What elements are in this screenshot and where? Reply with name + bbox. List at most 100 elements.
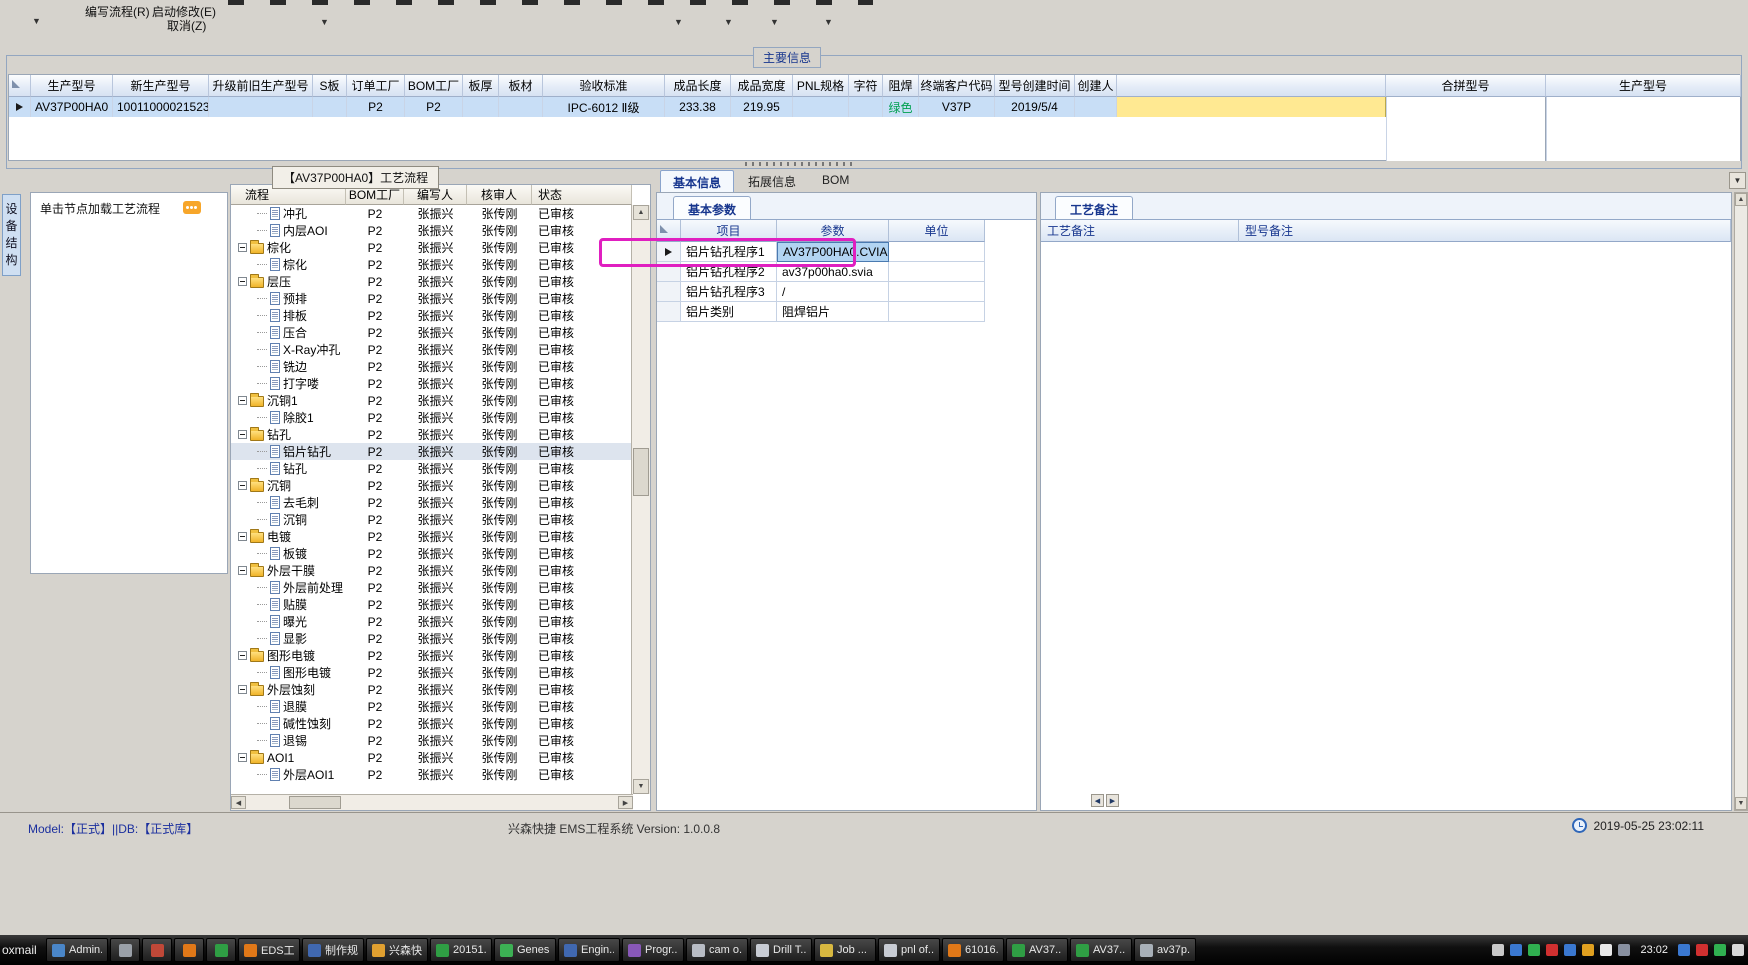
collapse-expander-icon[interactable]: [238, 243, 247, 252]
right-column-header[interactable]: 生产型号: [1546, 75, 1741, 97]
process-notes-column-header[interactable]: 工艺备注: [1041, 220, 1239, 242]
param-unit-cell[interactable]: [889, 282, 985, 302]
taskbar-clock[interactable]: 23:02: [1636, 944, 1672, 956]
notes-horizontal-scroll[interactable]: ◀ ▶: [1091, 794, 1119, 807]
flow-tree-row[interactable]: 钻孔 P2 张振兴 张传刚 已审核: [231, 426, 632, 443]
main-column-header[interactable]: 生产型号: [31, 75, 113, 97]
scroll-left-icon[interactable]: ◀: [231, 796, 246, 809]
flow-tree-row[interactable]: 退锡 P2 张振兴 张传刚 已审核: [231, 732, 632, 749]
taskbar-button[interactable]: [110, 938, 140, 962]
input-method-icon[interactable]: [1732, 944, 1744, 956]
alert-icon[interactable]: [1696, 944, 1708, 956]
cancel-button[interactable]: 取消(Z): [167, 17, 206, 34]
scroll-down-icon[interactable]: ▼: [633, 779, 649, 794]
flow-tree-row[interactable]: 钻孔 P2 张振兴 张传刚 已审核: [231, 460, 632, 477]
taskbar-button[interactable]: av37p...: [1134, 938, 1196, 962]
main-cell[interactable]: [849, 97, 883, 117]
flow-tree-row[interactable]: 内层AOI P2 张振兴 张传刚 已审核: [231, 222, 632, 239]
main-column-header[interactable]: 阻焊: [883, 75, 919, 97]
dropdown-arrow-icon[interactable]: ▼: [32, 16, 41, 26]
taskbar-button[interactable]: 兴森快...: [366, 938, 428, 962]
main-cell[interactable]: AV37P00HA0: [31, 97, 113, 117]
sync-icon[interactable]: [1678, 944, 1690, 956]
taskbar-button[interactable]: Admin...: [46, 938, 108, 962]
taskbar-button[interactable]: 20151...: [430, 938, 492, 962]
printer-icon[interactable]: [1492, 944, 1505, 956]
param-unit-cell[interactable]: [889, 262, 985, 282]
main-column-header[interactable]: 升级前旧生产型号: [209, 75, 313, 97]
splitter-handle[interactable]: [745, 162, 855, 166]
taskbar-button[interactable]: pnl of...: [878, 938, 940, 962]
right-column-header[interactable]: 合拼型号: [1386, 75, 1546, 97]
param-unit-cell[interactable]: [889, 242, 985, 262]
flow-tree-row[interactable]: 棕化 P2 张振兴 张传刚 已审核: [231, 239, 632, 256]
scroll-thumb[interactable]: [633, 448, 649, 496]
flow-tree-row[interactable]: AOI1 P2 张振兴 张传刚 已审核: [231, 749, 632, 766]
app-tray-icon[interactable]: [1582, 944, 1595, 956]
main-cell[interactable]: 绿色: [883, 97, 919, 117]
param-value-cell[interactable]: /: [777, 282, 889, 302]
main-column-header[interactable]: PNL规格: [793, 75, 849, 97]
main-cell[interactable]: [1075, 97, 1117, 117]
taskbar-button[interactable]: [142, 938, 172, 962]
flow-tree-row[interactable]: 压合 P2 张振兴 张传刚 已审核: [231, 324, 632, 341]
flow-tree-row[interactable]: 排板 P2 张振兴 张传刚 已审核: [231, 307, 632, 324]
main-column-header[interactable]: 型号创建时间: [995, 75, 1075, 97]
right-vertical-scrollbar[interactable]: ▲ ▼: [1734, 192, 1748, 811]
im-icon[interactable]: [1714, 944, 1726, 956]
main-cell[interactable]: 233.38: [665, 97, 731, 117]
device-structure-vertical-tab[interactable]: 设备结构: [2, 194, 21, 276]
param-item-cell[interactable]: 铝片钻孔程序3: [681, 282, 777, 302]
flow-tree-row[interactable]: 退膜 P2 张振兴 张传刚 已审核: [231, 698, 632, 715]
param-item-cell[interactable]: 铝片类别: [681, 302, 777, 322]
param-column-header[interactable]: 单位: [889, 220, 985, 242]
flow-tree-row[interactable]: 铝片钻孔 P2 张振兴 张传刚 已审核: [231, 443, 632, 460]
taskbar-button[interactable]: Drill T...: [750, 938, 812, 962]
main-cell[interactable]: [499, 97, 543, 117]
flow-tree-row[interactable]: 板镀 P2 张振兴 张传刚 已审核: [231, 545, 632, 562]
pending-yellow-cell[interactable]: [1117, 97, 1386, 117]
main-column-header[interactable]: 板材: [499, 75, 543, 97]
flow-tree-row[interactable]: 棕化 P2 张振兴 张传刚 已审核: [231, 256, 632, 273]
flow-tree-row[interactable]: 电镀 P2 张振兴 张传刚 已审核: [231, 528, 632, 545]
flow-tree-row[interactable]: 图形电镀 P2 张振兴 张传刚 已审核: [231, 647, 632, 664]
flow-tree-row[interactable]: 碱性蚀刻 P2 张振兴 张传刚 已审核: [231, 715, 632, 732]
collapse-expander-icon[interactable]: [238, 651, 247, 660]
main-column-header[interactable]: 创建人: [1075, 75, 1117, 97]
main-cell[interactable]: [209, 97, 313, 117]
main-cell[interactable]: IPC-6012 Ⅱ级: [543, 97, 665, 117]
right-tall-cell[interactable]: [1386, 97, 1546, 161]
flow-tree-row[interactable]: 沉铜1 P2 张振兴 张传刚 已审核: [231, 392, 632, 409]
flow-column-header[interactable]: 状态: [532, 185, 632, 205]
flow-tree-row[interactable]: 层压 P2 张振兴 张传刚 已审核: [231, 273, 632, 290]
main-column-header[interactable]: 终端客户代码: [919, 75, 995, 97]
flow-tree-row[interactable]: X-Ray冲孔 P2 张振兴 张传刚 已审核: [231, 341, 632, 358]
taskbar-button[interactable]: AV37...: [1070, 938, 1132, 962]
network-icon[interactable]: [1564, 944, 1577, 956]
main-cell[interactable]: 10011000021523: [113, 97, 209, 117]
flow-tree-row[interactable]: 外层蚀刻 P2 张振兴 张传刚 已审核: [231, 681, 632, 698]
main-cell[interactable]: 2019/5/4: [995, 97, 1075, 117]
main-cell[interactable]: P2: [347, 97, 405, 117]
main-cell[interactable]: [313, 97, 347, 117]
collapse-expander-icon[interactable]: [238, 277, 247, 286]
flow-tree-row[interactable]: 冲孔 P2 张振兴 张传刚 已审核: [231, 205, 632, 222]
tab-basic-info[interactable]: 基本信息: [660, 170, 735, 192]
flow-tree-row[interactable]: 除胶1 P2 张振兴 张传刚 已审核: [231, 409, 632, 426]
collapse-expander-icon[interactable]: [238, 753, 247, 762]
scroll-up-icon[interactable]: ▲: [1735, 193, 1747, 206]
flow-tree-row[interactable]: 贴膜 P2 张振兴 张传刚 已审核: [231, 596, 632, 613]
flow-tree-row[interactable]: 去毛刺 P2 张振兴 张传刚 已审核: [231, 494, 632, 511]
taskbar-button[interactable]: cam o...: [686, 938, 748, 962]
main-column-header[interactable]: BOM工厂: [405, 75, 463, 97]
main-column-header[interactable]: 板厚: [463, 75, 499, 97]
flow-tree-row[interactable]: 打字喽 P2 张振兴 张传刚 已审核: [231, 375, 632, 392]
scroll-thumb[interactable]: [289, 796, 341, 809]
taskbar-button[interactable]: Job ...: [814, 938, 876, 962]
tab-process-notes[interactable]: 工艺备注: [1055, 196, 1134, 219]
clipped-taskbar-label[interactable]: oxmail: [2, 943, 37, 957]
flow-tree-row[interactable]: 外层前处理 P2 张振兴 张传刚 已审核: [231, 579, 632, 596]
main-cell[interactable]: [463, 97, 499, 117]
taskbar-button[interactable]: AV37...: [1006, 938, 1068, 962]
param-unit-cell[interactable]: [889, 302, 985, 322]
